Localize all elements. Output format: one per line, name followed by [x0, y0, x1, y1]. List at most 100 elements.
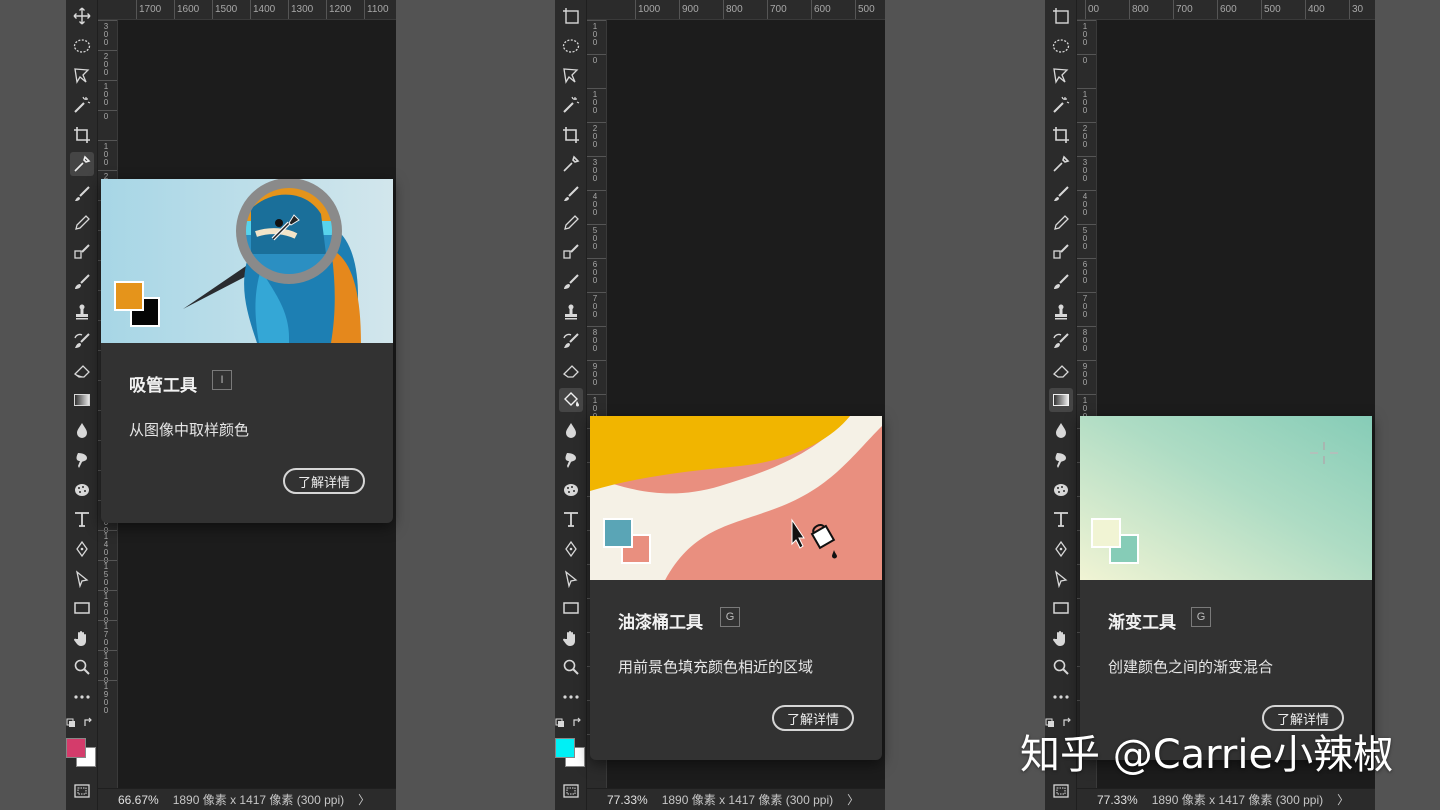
pencil-icon[interactable]: [1049, 211, 1073, 235]
ruler-label: 0: [592, 56, 598, 65]
pen-icon[interactable]: [559, 537, 583, 561]
zoom-icon[interactable]: [1049, 655, 1073, 679]
zoom-icon[interactable]: [559, 655, 583, 679]
pen-icon[interactable]: [70, 537, 94, 561]
gradient-icon[interactable]: [1049, 388, 1073, 412]
pencil-icon[interactable]: [70, 211, 94, 235]
move-icon[interactable]: [70, 4, 94, 28]
hand-icon[interactable]: [559, 626, 583, 650]
learn-more-button[interactable]: 了解详情: [771, 705, 854, 731]
history-brush-icon[interactable]: [1049, 329, 1073, 353]
status-arrow[interactable]: 〉: [1337, 791, 1349, 808]
crop-icon[interactable]: [1049, 123, 1073, 147]
lasso-icon[interactable]: [70, 63, 94, 87]
status-arrow[interactable]: 〉: [847, 791, 859, 808]
quick-mask-icon[interactable]: [1049, 779, 1073, 803]
type-icon[interactable]: [70, 507, 94, 531]
crop-icon[interactable]: [559, 123, 583, 147]
smudge-icon[interactable]: [1049, 448, 1073, 472]
more-tools-icon[interactable]: [1049, 685, 1073, 709]
document-info: 1890 像素 x 1417 像素 (300 ppi): [1151, 793, 1324, 807]
hand-icon[interactable]: [70, 626, 94, 650]
paint-bucket-icon[interactable]: [559, 388, 583, 412]
ruler-tick: [1077, 156, 1096, 157]
ruler-label: 900: [1082, 362, 1088, 387]
magic-wand-icon[interactable]: [1049, 93, 1073, 117]
healing-brush-icon[interactable]: [559, 270, 583, 294]
ruler-tick: [98, 650, 117, 651]
eraser-icon[interactable]: [1049, 359, 1073, 383]
lasso-icon[interactable]: [1049, 63, 1073, 87]
path-select-icon[interactable]: [70, 567, 94, 591]
path-select-icon[interactable]: [1049, 567, 1073, 591]
magic-wand-icon[interactable]: [559, 93, 583, 117]
ellipse-marquee-icon[interactable]: [70, 34, 94, 58]
zoom-level[interactable]: 66.67%: [118, 793, 159, 807]
lasso-icon[interactable]: [559, 63, 583, 87]
eyedropper-icon[interactable]: [70, 152, 94, 176]
magic-wand-icon[interactable]: [70, 93, 94, 117]
foreground-color-swatch[interactable]: [555, 738, 575, 758]
eyedropper-icon[interactable]: [559, 152, 583, 176]
status-arrow[interactable]: 〉: [358, 791, 370, 808]
blur-drop-icon[interactable]: [1049, 418, 1073, 442]
swap-colors-icon[interactable]: [66, 716, 96, 730]
ruler-tick: [136, 0, 137, 19]
swap-colors-icon[interactable]: [555, 716, 585, 730]
brush-icon[interactable]: [1049, 182, 1073, 206]
learn-more-button[interactable]: 了解详情: [282, 468, 365, 494]
stamp-icon[interactable]: [559, 300, 583, 324]
healing-brush-icon[interactable]: [1049, 270, 1073, 294]
stamp-icon[interactable]: [1049, 300, 1073, 324]
history-brush-icon[interactable]: [70, 329, 94, 353]
type-icon[interactable]: [559, 507, 583, 531]
crop-icon[interactable]: [70, 123, 94, 147]
rectangle-icon[interactable]: [70, 596, 94, 620]
photoshop-panel-paint-bucket: 1000 900 800 700 600 500 100 0 100 200 300 400 500 6…: [555, 0, 885, 810]
zoom-level[interactable]: 77.33%: [607, 793, 648, 807]
ruler-label: 00: [1088, 4, 1100, 15]
sponge-icon[interactable]: [70, 478, 94, 502]
artboard-icon[interactable]: [559, 4, 583, 28]
ruler-label: 1700: [139, 4, 162, 15]
sponge-icon[interactable]: [1049, 478, 1073, 502]
clone-brush-icon[interactable]: [1049, 240, 1073, 264]
more-tools-icon[interactable]: [559, 685, 583, 709]
ruler-tick: [1077, 360, 1096, 361]
quick-mask-icon[interactable]: [70, 779, 94, 803]
brush-icon[interactable]: [70, 182, 94, 206]
hand-icon[interactable]: [1049, 626, 1073, 650]
healing-brush-icon[interactable]: [70, 270, 94, 294]
smudge-icon[interactable]: [70, 448, 94, 472]
brush-icon[interactable]: [559, 182, 583, 206]
stamp-icon[interactable]: [70, 300, 94, 324]
more-tools-icon[interactable]: [70, 685, 94, 709]
ellipse-marquee-icon[interactable]: [559, 34, 583, 58]
clone-brush-icon[interactable]: [70, 240, 94, 264]
blur-drop-icon[interactable]: [70, 418, 94, 442]
ruler-label: 200: [1082, 124, 1088, 149]
pen-icon[interactable]: [1049, 537, 1073, 561]
ellipse-marquee-icon[interactable]: [1049, 34, 1073, 58]
foreground-color-swatch[interactable]: [66, 738, 86, 758]
quick-mask-icon[interactable]: [559, 779, 583, 803]
smudge-icon[interactable]: [559, 448, 583, 472]
artboard-icon[interactable]: [1049, 4, 1073, 28]
path-select-icon[interactable]: [559, 567, 583, 591]
type-icon[interactable]: [1049, 507, 1073, 531]
zoom-level[interactable]: 77.33%: [1097, 793, 1138, 807]
ruler-tick: [587, 326, 606, 327]
blur-drop-icon[interactable]: [559, 418, 583, 442]
sponge-icon[interactable]: [559, 478, 583, 502]
rectangle-icon[interactable]: [559, 596, 583, 620]
rectangle-icon[interactable]: [1049, 596, 1073, 620]
clone-brush-icon[interactable]: [559, 240, 583, 264]
history-brush-icon[interactable]: [559, 329, 583, 353]
eraser-icon[interactable]: [70, 359, 94, 383]
zoom-icon[interactable]: [70, 655, 94, 679]
eraser-icon[interactable]: [559, 359, 583, 383]
gradient-icon[interactable]: [70, 388, 94, 412]
eyedropper-icon[interactable]: [1049, 152, 1073, 176]
pencil-icon[interactable]: [559, 211, 583, 235]
watermark-text: 知乎 @Carrie小辣椒: [1020, 732, 1394, 778]
